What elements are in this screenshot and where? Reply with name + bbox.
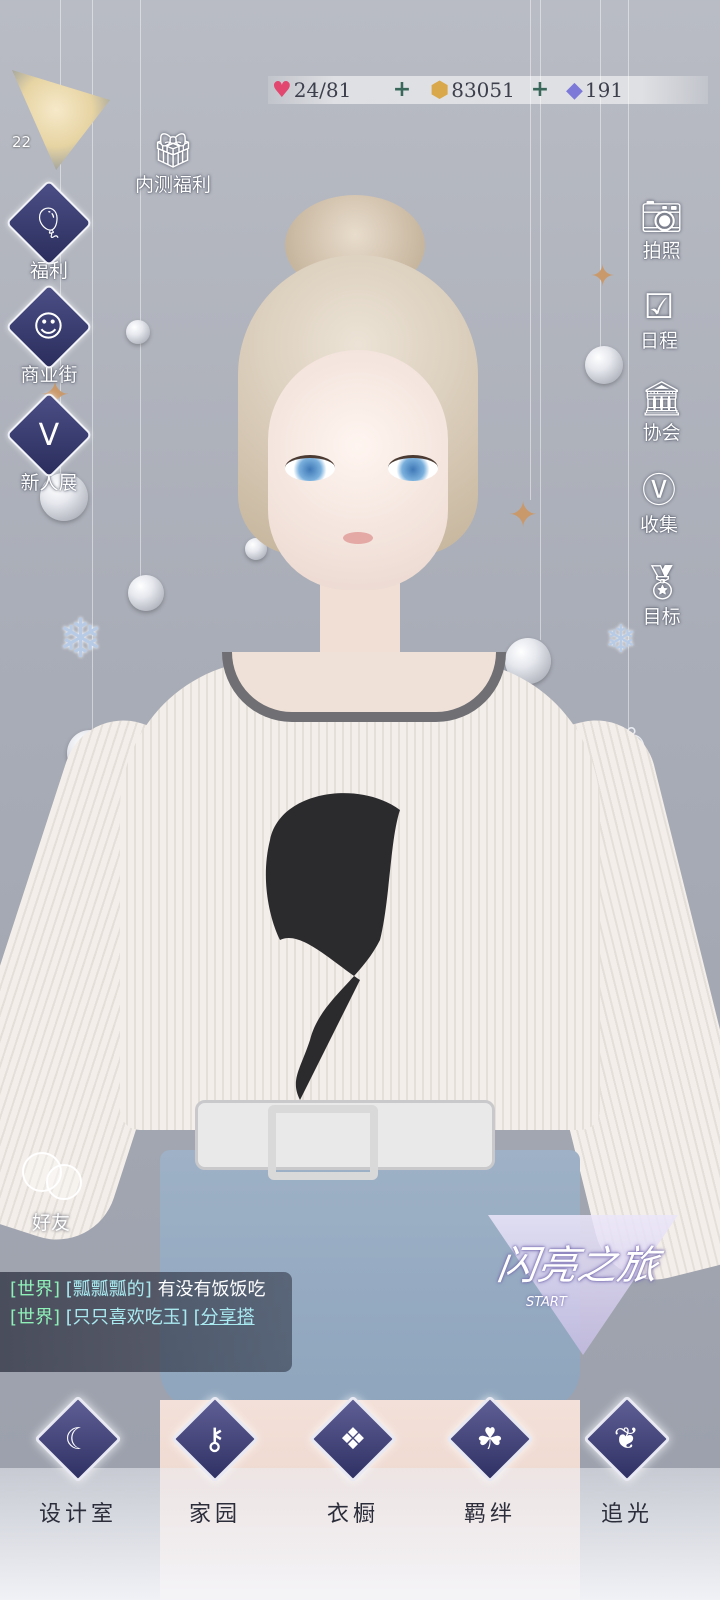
chat-channel: [世界] xyxy=(10,1279,61,1300)
guild-button[interactable]: 🏛︎ 协会 xyxy=(640,382,683,445)
camera-icon: 📷︎ xyxy=(640,197,684,237)
gold-value: 83051 xyxy=(451,78,515,102)
character-right-eye xyxy=(388,455,438,481)
tab-label: 家园 xyxy=(188,1502,241,1527)
tab-label: 追光 xyxy=(600,1502,653,1527)
schedule-button[interactable]: ☑ 日程 xyxy=(640,290,678,353)
chat-message: [世界] [瓢瓢瓢的] 有没有饭饭吃 xyxy=(10,1276,282,1304)
v-crown-icon: V xyxy=(38,417,60,453)
key-icon: ⚷ xyxy=(204,1421,226,1457)
heart-gem-icon: ♥ xyxy=(272,77,292,103)
gold-coin-icon: ⬢ xyxy=(430,77,450,103)
chat-nickname[interactable]: [只只喜欢吃玉] xyxy=(66,1307,188,1328)
diamond-icon: ◆ xyxy=(566,77,583,103)
chat-share-link[interactable]: [分享搭 xyxy=(194,1307,255,1328)
diamond-counter[interactable]: ◆ 191 xyxy=(566,76,623,104)
welfare-button[interactable]: 🎈︎ 福利 xyxy=(5,179,93,283)
guild-label: 协会 xyxy=(642,422,681,444)
journey-start-label: START xyxy=(526,1295,567,1310)
shining-journey-banner[interactable]: 闪亮之旅 START xyxy=(488,1215,678,1355)
goals-label: 目标 xyxy=(642,606,681,628)
tab-home[interactable]: ⚷ 家园 xyxy=(160,1395,270,1528)
stamina-value: 24/81 xyxy=(293,78,352,102)
shop-street-button[interactable]: ☺ 商业街 xyxy=(5,283,93,387)
sweater-collar xyxy=(222,652,506,722)
tab-wardrobe[interactable]: ❖ 衣橱 xyxy=(298,1395,408,1528)
tab-design-studio[interactable]: ☾ 设计室 xyxy=(23,1395,133,1528)
player-avatar[interactable]: 22 xyxy=(12,70,110,170)
building-icon: 🏛︎ xyxy=(640,379,684,419)
goals-button[interactable]: 🏅︎ 目标 xyxy=(640,566,683,629)
v-badge-icon: Ⓥ xyxy=(642,471,676,511)
journey-title: 闪亮之旅 xyxy=(494,1243,661,1289)
schedule-label: 日程 xyxy=(640,330,679,352)
photo-button[interactable]: 📷︎ 拍照 xyxy=(640,200,683,263)
chat-message: [世界] [只只喜欢吃玉] [分享搭 xyxy=(10,1304,282,1332)
shopping-bag-icon: ☺ xyxy=(33,309,65,345)
stamina-counter[interactable]: ♥ 24/81 xyxy=(272,76,351,104)
diamond-value: 191 xyxy=(584,78,624,102)
character-left-eye xyxy=(285,455,335,481)
chat-nickname[interactable]: [瓢瓢瓢的] xyxy=(66,1279,152,1300)
chat-channel: [世界] xyxy=(10,1307,61,1328)
tab-label: 设计室 xyxy=(38,1502,117,1527)
tab-bonds[interactable]: ☘ 羁绊 xyxy=(435,1395,545,1528)
friends-button[interactable]: 好友 xyxy=(20,1150,82,1235)
add-gold-button[interactable]: + xyxy=(530,79,550,101)
collection-button[interactable]: Ⓥ 收集 xyxy=(640,474,678,537)
photo-label: 拍照 xyxy=(642,240,681,262)
player-level: 22 xyxy=(12,133,32,151)
clover-icon: ☘ xyxy=(476,1421,504,1457)
newcomer-show-button[interactable]: V 新人展 xyxy=(5,391,93,495)
gift-icon: 🎁︎ xyxy=(151,131,195,171)
tab-label: 衣橱 xyxy=(326,1502,379,1527)
friends-label: 好友 xyxy=(31,1212,70,1234)
tab-label: 羁绊 xyxy=(463,1502,516,1527)
balloon-icon: 🎈︎ xyxy=(29,205,69,241)
friends-bubbles-icon xyxy=(20,1150,82,1202)
add-stamina-button[interactable]: + xyxy=(392,79,412,101)
beta-gift-button[interactable]: 🎁︎ 内测福利 xyxy=(135,134,211,197)
avatar-portrait xyxy=(12,70,110,170)
moon-needle-icon: ☾ xyxy=(64,1421,92,1457)
tab-chase-light[interactable]: ❦ 追光 xyxy=(572,1395,682,1528)
belt-buckle xyxy=(268,1105,378,1180)
crystal-icon: ❖ xyxy=(339,1421,367,1457)
character-lips xyxy=(343,532,373,544)
sweater-silhouette-print xyxy=(265,793,400,1100)
world-chat-panel[interactable]: [世界] [瓢瓢瓢的] 有没有饭饭吃 [世界] [只只喜欢吃玉] [分享搭 xyxy=(0,1272,292,1372)
calendar-check-icon: ☑ xyxy=(643,287,675,327)
chat-text: 有没有饭饭吃 xyxy=(157,1279,266,1300)
collection-label: 收集 xyxy=(640,514,679,536)
butterfly-icon: ❦ xyxy=(614,1421,640,1457)
medal-icon: 🏅︎ xyxy=(640,563,684,603)
beta-gift-label: 内测福利 xyxy=(135,174,212,196)
gold-counter[interactable]: ⬢ 83051 xyxy=(430,76,515,104)
